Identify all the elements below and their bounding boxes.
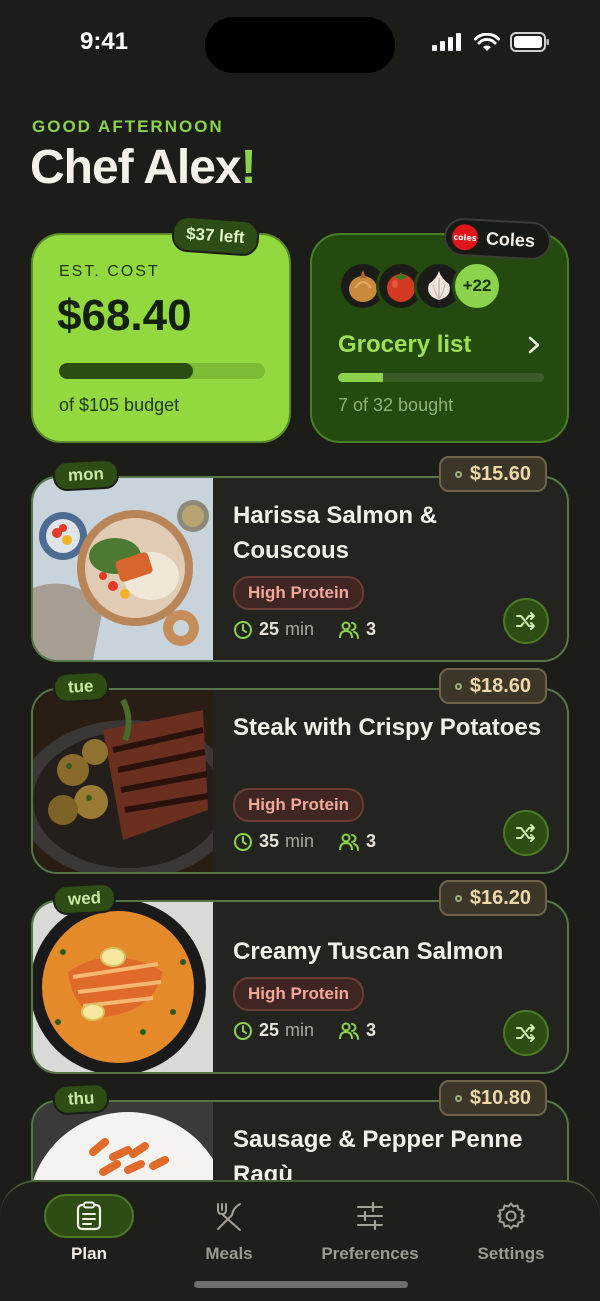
dynamic-island [205, 17, 395, 73]
grocery-card[interactable]: +22 Grocery list 7 of 32 bought [310, 233, 569, 443]
page-title: Chef Alex! [30, 140, 257, 195]
meal-image-tuscan-salmon [33, 902, 213, 1072]
price-badge: $16.20 [438, 880, 547, 916]
day-badge: mon [52, 458, 120, 492]
shuffle-icon [516, 1024, 535, 1042]
coles-logo: coles [451, 223, 479, 251]
battery-icon [510, 32, 549, 52]
meal-price: $10.80 [469, 1086, 531, 1109]
grocery-subtitle: 7 of 32 bought [338, 395, 454, 415]
day-badge: thu [52, 1082, 111, 1116]
shuffle-button[interactable] [503, 810, 549, 856]
cook-time-unit: min [285, 831, 315, 851]
diet-tag: High Protein [233, 576, 365, 610]
meal-meta: 25 min 3 [233, 619, 376, 640]
tab-icon-wrapper [184, 1194, 274, 1238]
clock-icon [234, 832, 252, 851]
more-items-count: +22 [452, 261, 502, 311]
sliders-icon [357, 1201, 383, 1231]
chef-name: Chef Alex [30, 141, 242, 194]
cook-time: 25 [259, 619, 280, 639]
utensils-icon [217, 1203, 241, 1231]
servings: 3 [366, 619, 377, 639]
signal-icon [432, 33, 461, 51]
cook-time-unit: min [285, 1020, 315, 1040]
tab-label: Plan [71, 1244, 107, 1263]
price-badge: $18.60 [438, 668, 547, 704]
diet-tag: High Protein [233, 788, 365, 822]
gear-icon [497, 1202, 525, 1230]
price-dot-icon [454, 894, 462, 902]
servings: 3 [366, 1020, 377, 1040]
meal-meta: 35 min 3 [233, 831, 376, 852]
meal-title: Creamy Tuscan Salmon [233, 938, 504, 965]
shuffle-button[interactable] [503, 598, 549, 644]
wifi-icon [474, 32, 500, 51]
tab-label: Preferences [321, 1244, 419, 1263]
day-badge: tue [52, 670, 110, 704]
diet-tag: High Protein [233, 977, 365, 1011]
tab-label: Meals [205, 1244, 253, 1263]
store-name: Coles [485, 227, 536, 251]
meal-card[interactable]: mon $15.60 Harissa Salmon & Couscous Hig… [31, 456, 569, 662]
servings: 3 [366, 831, 377, 851]
cook-time: 25 [259, 1020, 280, 1040]
people-icon [339, 833, 360, 851]
status-icons [432, 32, 550, 52]
home-indicator [194, 1281, 408, 1288]
tab-icon-wrapper [466, 1194, 556, 1238]
price-dot-icon [454, 682, 462, 690]
shuffle-button[interactable] [503, 1010, 549, 1056]
store-badge[interactable]: coles Coles [443, 217, 552, 261]
price-badge: $15.60 [438, 456, 547, 492]
budget-card[interactable]: EST. COST $68.40 of $105 budget [31, 233, 291, 443]
meal-image-salmon-couscous [33, 478, 213, 660]
people-icon [339, 621, 360, 639]
shuffle-icon [516, 824, 535, 842]
est-cost-label: EST. COST [59, 263, 160, 280]
day-badge: wed [52, 882, 117, 916]
budget-subtitle: of $105 budget [59, 395, 180, 415]
meal-card[interactable]: wed $16.20 Creamy Tuscan Salmon High Pro… [31, 880, 569, 1074]
title-exclamation: ! [240, 141, 257, 194]
tab-preferences[interactable]: Preferences [315, 1194, 425, 1264]
produce-avatars: +22 [338, 261, 502, 311]
budget-progress-fill [59, 363, 193, 379]
grocery-progress-bar [338, 373, 544, 382]
tab-icon-wrapper [325, 1194, 415, 1238]
tab-settings[interactable]: Settings [456, 1194, 566, 1264]
meal-meta: 25 min 3 [233, 1020, 376, 1041]
meal-card[interactable]: tue $18.60 Steak with Crispy Potatoes Hi… [31, 668, 569, 874]
budget-progress-bar [59, 363, 265, 379]
clock-icon [234, 620, 252, 639]
tab-icon-wrapper [44, 1194, 134, 1238]
price-dot-icon [454, 470, 462, 478]
app-screen: 9:41 GOOD AFTERNOON Chef Alex! EST. COST… [0, 0, 600, 1301]
tab-meals[interactable]: Meals [174, 1194, 284, 1264]
meal-price: $16.20 [469, 886, 531, 909]
people-icon [339, 1022, 360, 1040]
budget-left-badge: $37 left [170, 215, 260, 257]
chevron-right-icon [528, 336, 540, 354]
tab-label: Settings [477, 1244, 545, 1263]
meal-title: Harissa Salmon & Couscous [233, 502, 438, 564]
tab-plan[interactable]: Plan [34, 1194, 144, 1264]
price-badge: $10.80 [438, 1080, 547, 1116]
shuffle-icon [516, 612, 535, 630]
greeting-subtitle: GOOD AFTERNOON [32, 117, 224, 136]
cook-time-unit: min [285, 619, 315, 639]
clipboard-icon [76, 1201, 102, 1231]
price-dot-icon [454, 1094, 462, 1102]
store-logo-text: coles [453, 232, 477, 243]
grocery-progress-fill [338, 373, 384, 382]
cook-time: 35 [259, 831, 280, 851]
clock-icon [234, 1021, 252, 1040]
est-cost-value: $68.40 [57, 291, 192, 340]
status-time: 9:41 [80, 28, 129, 55]
meal-title: Steak with Crispy Potatoes [233, 714, 542, 741]
meal-image-steak-potatoes [33, 690, 213, 872]
grocery-title: Grocery list [338, 331, 472, 358]
meal-price: $15.60 [469, 462, 531, 485]
meal-price: $18.60 [469, 674, 531, 697]
